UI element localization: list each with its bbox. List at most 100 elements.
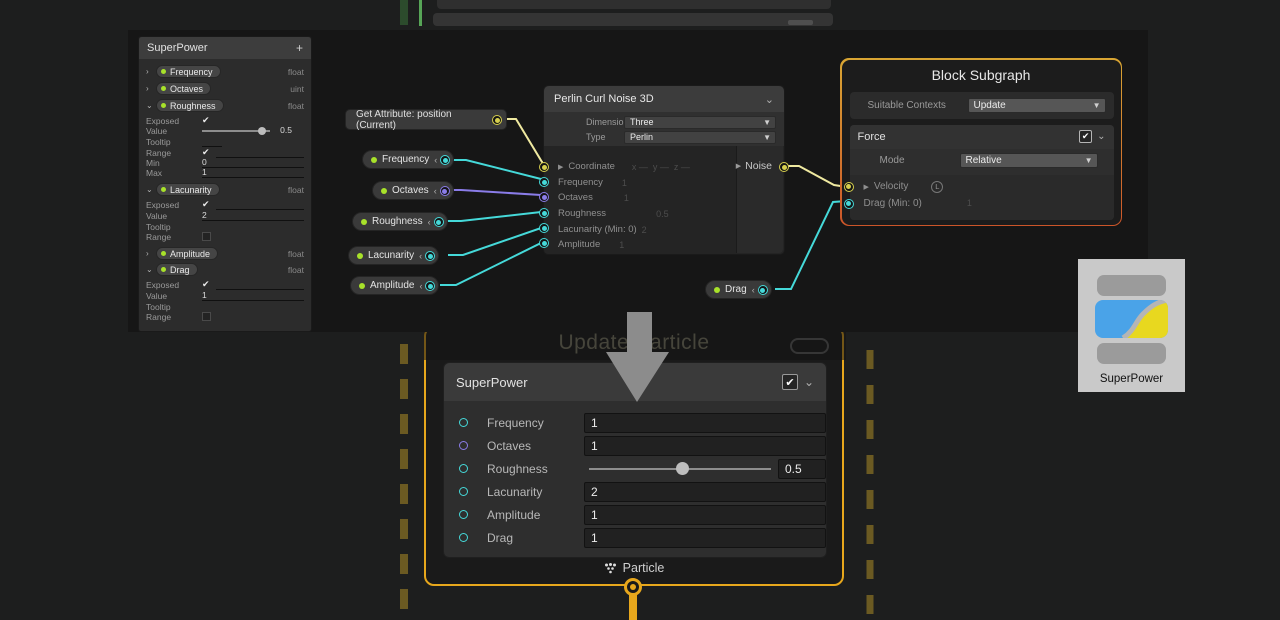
exposed-dot-icon xyxy=(371,157,377,163)
bb-property-amplitude[interactable]: › Amplitude float xyxy=(146,247,304,260)
perlin-input-lacunarity: Lacunarity (Min: 0)2 xyxy=(558,223,647,236)
exposed-dot-icon xyxy=(381,188,387,194)
octaves-port-icon[interactable] xyxy=(539,192,549,202)
collapse-chevron-icon[interactable]: ‹ xyxy=(428,217,431,227)
param-node-roughness[interactable]: Roughness‹ xyxy=(352,212,448,231)
bb-property-lacunarity[interactable]: ⌄ Lacunarity float xyxy=(146,183,304,196)
mode-label: Mode xyxy=(850,155,960,166)
property-name: Amplitude xyxy=(170,249,210,259)
exposed-dot-icon xyxy=(359,283,365,289)
collapse-chevron-icon[interactable]: ‹ xyxy=(434,155,437,165)
expander-arrow-icon[interactable]: ▶ xyxy=(864,183,869,191)
perlin-node-header[interactable]: Perlin Curl Noise 3D ⌄ xyxy=(544,86,784,112)
force-input-velocity: ▶ Velocity L xyxy=(864,181,944,193)
exposed-dot-icon xyxy=(361,219,367,225)
exposed-dot-icon xyxy=(357,253,363,259)
local-space-badge[interactable]: L xyxy=(931,181,943,193)
perlin-input-coordinate: ▶ Coordinate x ― y ― z ― xyxy=(558,160,690,173)
dropdown-arrow-icon: ▼ xyxy=(1093,101,1101,110)
bb-property-roughness[interactable]: ⌄ Roughness float xyxy=(146,99,304,112)
output-port-icon[interactable] xyxy=(425,251,435,261)
block-subgraph-title: Block Subgraph xyxy=(842,67,1121,83)
lacunarity-port-icon[interactable] xyxy=(539,223,549,233)
collapse-chevron-icon[interactable]: ‹ xyxy=(434,186,437,196)
add-property-button[interactable]: + xyxy=(296,41,303,55)
param-node-lacunarity[interactable]: Lacunarity‹ xyxy=(348,246,439,265)
bb-property-drag[interactable]: ⌄ Drag float xyxy=(146,263,304,276)
perlin-input-frequency: Frequency1 xyxy=(558,176,627,189)
dimensions-dropdown[interactable]: Three▼ xyxy=(624,116,776,129)
collapse-chevron-icon[interactable]: ⌄ xyxy=(146,101,156,110)
property-name: Lacunarity xyxy=(170,185,212,195)
property-name: Roughness xyxy=(170,101,216,111)
dropdown-arrow-icon: ▼ xyxy=(763,133,771,142)
noise-output-port-icon[interactable] xyxy=(779,162,789,172)
bb-drag-range: Range xyxy=(146,310,304,323)
expand-chevron-icon[interactable]: › xyxy=(146,249,156,258)
suitable-contexts-dropdown[interactable]: Update▼ xyxy=(968,98,1106,113)
suitable-contexts-row: Suitable Contexts Update▼ xyxy=(850,92,1114,119)
param-node-drag[interactable]: Drag‹ xyxy=(705,280,772,299)
exposed-checkbox[interactable]: ✔ xyxy=(202,280,210,289)
velocity-port-icon[interactable] xyxy=(844,182,854,192)
property-type: float xyxy=(288,185,304,195)
perlin-node-settings: Dimensions Three▼ Type Perlin▼ xyxy=(544,112,784,146)
param-node-octaves[interactable]: Octaves‹ xyxy=(372,181,454,200)
force-enabled-checkbox[interactable]: ✔ xyxy=(1079,130,1092,143)
force-block-title: Force xyxy=(858,131,886,143)
property-name: Drag xyxy=(170,265,190,275)
perlin-output-noise: ▶ Noise xyxy=(736,160,772,172)
expander-arrow-icon[interactable]: ▶ xyxy=(558,163,563,171)
collapse-chevron-icon[interactable]: ⌄ xyxy=(146,185,156,194)
output-port-icon[interactable] xyxy=(440,186,450,196)
range-checkbox[interactable] xyxy=(202,312,211,321)
bb-property-frequency[interactable]: › Frequency float xyxy=(146,65,304,78)
coordinate-port-icon[interactable] xyxy=(539,162,549,172)
max-field[interactable]: 1 xyxy=(202,167,304,178)
blackboard-panel[interactable]: SuperPower + › Frequency float › Octaves… xyxy=(138,36,312,332)
force-block[interactable]: Force ✔ ⌄ Mode Relative▼ ▶ Velocity L xyxy=(850,125,1114,220)
force-input-drag: Drag (Min: 0) 1 xyxy=(864,198,972,209)
expand-chevron-icon[interactable]: › xyxy=(146,84,156,93)
bb-roughness-max: Max1 xyxy=(146,166,304,179)
exposed-checkbox[interactable]: ✔ xyxy=(202,200,210,209)
collapse-chevron-icon[interactable]: ⌄ xyxy=(765,93,774,106)
collapse-chevron-icon[interactable]: ‹ xyxy=(419,281,422,291)
bb-lacunarity-range: Range xyxy=(146,230,304,243)
exposed-dot-icon xyxy=(161,187,166,192)
mode-dropdown[interactable]: Relative▼ xyxy=(960,153,1098,168)
force-collapse-chevron-icon[interactable]: ⌄ xyxy=(1097,131,1105,142)
range-checkbox[interactable] xyxy=(202,232,211,241)
collapse-chevron-icon[interactable]: ‹ xyxy=(752,285,755,295)
param-node-amplitude[interactable]: Amplitude‹ xyxy=(350,276,439,295)
output-port-icon[interactable] xyxy=(425,281,435,291)
property-name: Octaves xyxy=(170,84,203,94)
bb-property-octaves[interactable]: › Octaves uint xyxy=(146,82,304,95)
force-drag-port-icon[interactable] xyxy=(844,199,854,209)
exposed-dot-icon xyxy=(161,251,166,256)
expand-chevron-icon[interactable]: › xyxy=(146,67,156,76)
roughness-port-icon[interactable] xyxy=(539,208,549,218)
param-node-frequency[interactable]: Frequency‹ xyxy=(362,150,454,169)
amplitude-port-icon[interactable] xyxy=(539,238,549,248)
output-port-icon[interactable] xyxy=(440,155,450,165)
output-port-icon[interactable] xyxy=(434,217,444,227)
output-port-icon[interactable] xyxy=(758,285,768,295)
get-attribute-output-port-icon[interactable] xyxy=(492,115,502,125)
asset-thumbnail-card[interactable]: SuperPower xyxy=(1078,259,1185,392)
collapse-chevron-icon[interactable]: ‹ xyxy=(419,251,422,261)
property-type: float xyxy=(288,101,304,111)
exposed-dot-icon xyxy=(714,287,720,293)
type-dropdown[interactable]: Perlin▼ xyxy=(624,131,776,144)
blackboard-header: SuperPower + xyxy=(139,37,311,59)
type-label: Type xyxy=(544,132,624,142)
block-subgraph-node[interactable]: Block Subgraph Suitable Contexts Update▼… xyxy=(840,58,1122,226)
expander-arrow-icon[interactable]: ▶ xyxy=(736,162,741,170)
blackboard-title: SuperPower xyxy=(147,42,208,54)
collapse-chevron-icon[interactable]: ⌄ xyxy=(146,265,156,274)
suitable-contexts-label: Suitable Contexts xyxy=(850,100,968,111)
perlin-curl-noise-node[interactable]: Perlin Curl Noise 3D ⌄ Dimensions Three▼… xyxy=(543,85,785,255)
frequency-port-icon[interactable] xyxy=(539,177,549,187)
property-name: Frequency xyxy=(170,67,213,77)
get-attribute-node[interactable]: Get Attribute: position (Current) xyxy=(345,109,507,130)
